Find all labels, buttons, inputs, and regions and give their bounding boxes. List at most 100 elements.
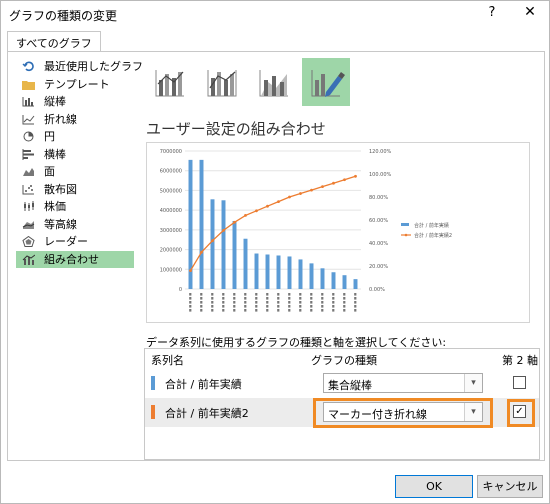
x-tick-label <box>332 293 335 296</box>
x-tick-label <box>321 309 324 312</box>
x-tick-label <box>211 309 214 312</box>
x-tick-label <box>233 293 236 296</box>
x-tick-label <box>310 305 313 308</box>
x-tick-label <box>321 305 324 308</box>
y2-tick-label: 40.00% <box>369 241 388 247</box>
x-tick-label <box>244 301 247 304</box>
all-charts-panel: 最近使用したグラフ テンプレート 縦棒 折れ線 円 横棒 面 散布図 株価 等高… <box>7 51 545 461</box>
x-tick-label <box>200 309 203 312</box>
sidebar-item-bar[interactable]: 横棒 <box>16 146 134 164</box>
line-point <box>277 200 280 203</box>
bar <box>199 159 204 289</box>
line-point <box>321 185 324 189</box>
x-tick-label <box>310 301 313 304</box>
dialog-title: グラフの種類の変更 <box>9 9 118 23</box>
x-tick-label <box>266 309 269 312</box>
chart-type-select[interactable]: 集合縦棒 ▾ <box>323 373 483 393</box>
column-header-secondary-axis: 第 2 軸 <box>502 354 538 367</box>
section-heading: ユーザー設定の組み合わせ <box>146 120 326 138</box>
folder-icon <box>22 80 35 90</box>
x-tick-label <box>211 305 214 308</box>
bar <box>232 220 237 289</box>
chart-category-list: 最近使用したグラフ テンプレート 縦棒 折れ線 円 横棒 面 散布図 株価 等高… <box>16 58 143 268</box>
sidebar-item-area[interactable]: 面 <box>16 163 134 181</box>
ok-button[interactable]: OK <box>395 475 473 498</box>
clustered-column-line-button[interactable] <box>146 58 194 106</box>
sidebar-item-radar[interactable]: レーダー <box>16 233 134 251</box>
custom-combination-button[interactable] <box>302 58 350 106</box>
x-tick-label <box>200 301 203 304</box>
x-tick-label <box>222 293 225 296</box>
sidebar-item-combo[interactable]: 組み合わせ <box>16 250 134 268</box>
x-tick-label <box>200 297 203 300</box>
recent-icon <box>22 61 34 72</box>
x-tick-label <box>310 293 313 296</box>
line-point <box>211 239 214 243</box>
sidebar-item-stock[interactable]: 株価 <box>16 198 134 216</box>
x-tick-label <box>288 297 291 300</box>
sidebar-item-line[interactable]: 折れ線 <box>16 111 134 129</box>
scatter-chart-icon <box>22 184 34 194</box>
bar <box>331 272 336 289</box>
sidebar-item-column[interactable]: 縦棒 <box>16 93 134 111</box>
y-tick-label: 4000000 <box>160 208 182 214</box>
chevron-down-icon: ▾ <box>464 374 482 392</box>
x-tick-label <box>222 297 225 300</box>
y-tick-label: 6000000 <box>160 169 182 175</box>
stacked-area-column-button[interactable] <box>250 58 298 106</box>
column-header-chart-type: グラフの種類 <box>311 354 377 367</box>
help-button[interactable]: ? <box>485 5 499 20</box>
line-point <box>343 178 346 182</box>
column-chart-icon <box>22 97 34 107</box>
sidebar-item-pie[interactable]: 円 <box>16 128 134 146</box>
line-chart-icon <box>22 114 35 124</box>
clustered-column-line-secondary-button[interactable] <box>198 58 246 106</box>
x-tick-label <box>354 293 357 296</box>
x-tick-label <box>189 309 192 312</box>
series-color-swatch <box>151 376 155 390</box>
x-tick-label <box>288 293 291 296</box>
x-tick-label <box>277 301 280 304</box>
x-tick-label <box>277 305 280 308</box>
sidebar-item-recent[interactable]: 最近使用したグラフ <box>16 58 143 76</box>
series-name: 合計 / 前年実績 <box>165 378 242 391</box>
bar <box>309 263 314 289</box>
y-tick-label: 3000000 <box>160 228 182 234</box>
x-tick-label <box>310 297 313 300</box>
line-point <box>255 209 258 213</box>
x-tick-label <box>255 309 258 312</box>
x-tick-label <box>189 305 192 308</box>
y2-tick-label: 20.00% <box>369 264 388 270</box>
y2-tick-label: 100.00% <box>369 172 391 178</box>
x-tick-label <box>244 309 247 312</box>
legend-label: 合計 / 前年実績2 <box>414 232 452 239</box>
surface-chart-icon <box>22 220 35 229</box>
series-table: 系列名 グラフの種類 第 2 軸 合計 / 前年実績 集合縦棒 ▾ 合計 / 前… <box>144 348 540 460</box>
x-tick-label <box>299 297 302 300</box>
x-tick-label <box>354 301 357 304</box>
line-point <box>189 269 192 272</box>
x-tick-label <box>244 305 247 308</box>
x-tick-label <box>211 301 214 304</box>
x-tick-label <box>299 309 302 312</box>
column-header-series-name: 系列名 <box>151 354 184 367</box>
sidebar-item-templates[interactable]: テンプレート <box>16 76 134 94</box>
secondary-axis-highlight <box>507 399 535 427</box>
cancel-button[interactable]: キャンセル <box>477 475 543 498</box>
sidebar-item-scatter[interactable]: 散布図 <box>16 181 134 199</box>
line-point <box>266 204 269 208</box>
bar <box>254 253 259 289</box>
secondary-axis-checkbox[interactable] <box>513 376 526 389</box>
x-tick-label <box>321 297 324 300</box>
x-tick-label <box>255 305 258 308</box>
x-tick-label <box>233 301 236 304</box>
close-button[interactable]: ✕ <box>521 4 539 20</box>
custom-combination-icon <box>311 70 345 97</box>
x-tick-label <box>343 305 346 308</box>
chart-type-highlight <box>313 398 493 428</box>
tab-all-charts[interactable]: すべてのグラフ <box>7 31 101 52</box>
x-tick-label <box>266 297 269 300</box>
x-tick-label <box>222 301 225 304</box>
sidebar-item-surface[interactable]: 等高線 <box>16 216 134 234</box>
x-tick-label <box>299 293 302 296</box>
